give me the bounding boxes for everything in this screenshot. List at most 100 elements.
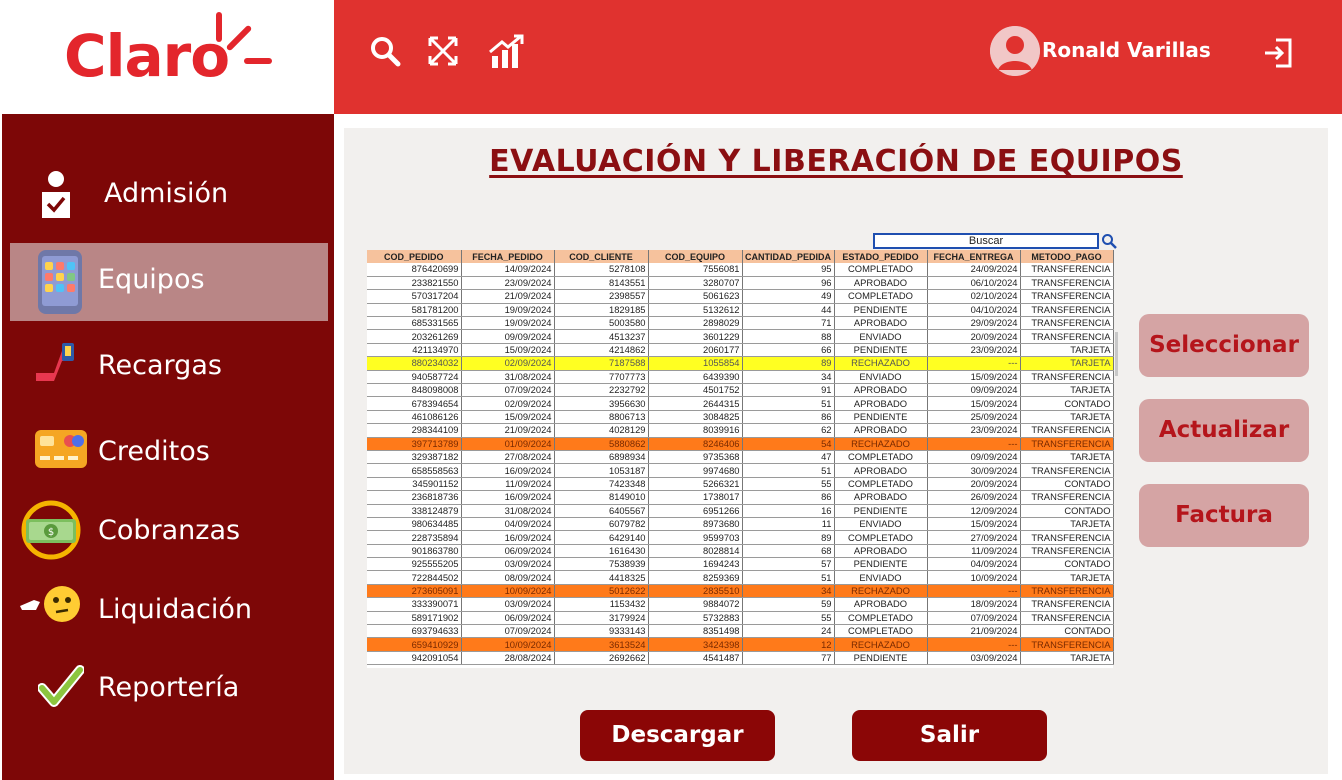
table-row[interactable]: 236818736 16/09/2024 8149010 1738017 86 APROB… — [367, 490, 1114, 505]
table-cell: 02/09/2024 — [461, 356, 555, 371]
orders-table[interactable]: COD_PEDIDO FECHA_PEDIDO COD_CLIENTE COD_EQU… — [367, 250, 1114, 668]
table-row[interactable]: 333390071 03/09/2024 1153432 9884072 59 APROB… — [367, 597, 1114, 612]
table-row[interactable]: 570317204 21/09/2024 2398557 5061623 49 COMPL… — [367, 289, 1114, 304]
table-row[interactable]: 693794633 07/09/2024 9333143 8351498 24 COMPL… — [367, 624, 1114, 639]
table-cell: 8149010 — [554, 490, 649, 505]
actualizar-button[interactable]: Actualizar — [1139, 399, 1309, 462]
table-row[interactable]: 273605091 10/09/2024 5012622 2835510 34 RECHA… — [367, 584, 1114, 599]
salir-button[interactable]: Salir — [852, 710, 1047, 761]
sidebar-item-creditos[interactable]: Creditos — [10, 414, 328, 492]
table-scrollbar[interactable] — [1115, 332, 1118, 376]
search-input[interactable]: Buscar — [873, 233, 1099, 249]
table-row[interactable]: 980634485 04/09/2024 6079782 8973680 11 ENVIA… — [367, 517, 1114, 532]
table-row[interactable]: 397713789 01/09/2024 5880862 8246406 54 RECHA… — [367, 437, 1114, 451]
column-header[interactable]: FECHA_PEDIDO — [461, 250, 555, 263]
table-cell: 31/08/2024 — [461, 504, 555, 518]
table-cell: 10/09/2024 — [461, 584, 555, 599]
column-header[interactable]: ESTADO_PEDIDO — [834, 250, 928, 263]
table-cell: ENVIADO — [834, 329, 928, 344]
table-cell: CONTADO — [1020, 557, 1114, 572]
table-cell: 68 — [742, 544, 835, 559]
table-row[interactable]: 722844502 08/09/2024 4418325 8259369 51 ENVIA… — [367, 570, 1114, 585]
table-cell: PENDIENTE — [834, 651, 928, 666]
table-cell: TRANSFERENCIA — [1020, 544, 1114, 559]
table-cell: RECHAZADO — [834, 637, 928, 652]
column-header[interactable]: CANTIDAD_PEDIDA — [742, 250, 835, 263]
table-row[interactable]: 678394654 02/09/2024 3956630 2644315 51 APROB… — [367, 396, 1114, 411]
table-row[interactable]: 901863780 06/09/2024 1616430 8028814 68 APROB… — [367, 544, 1114, 559]
table-cell: 09/09/2024 — [461, 329, 555, 344]
table-cell: COMPLETADO — [834, 530, 928, 545]
table-row[interactable]: 581781200 19/09/2024 1829185 5132612 44 PENDI… — [367, 303, 1114, 318]
sidebar-item-equipos[interactable]: Equipos — [10, 243, 328, 321]
table-cell: 1153432 — [554, 597, 649, 612]
table-cell: 71 — [742, 316, 835, 331]
column-header[interactable]: COD_PEDIDO — [367, 250, 462, 263]
table-cell: RECHAZADO — [834, 584, 928, 599]
sidebar-item-admision[interactable]: Admisión — [10, 156, 328, 234]
seleccionar-button[interactable]: Seleccionar — [1139, 314, 1309, 377]
column-header[interactable]: COD_EQUIPO — [648, 250, 743, 263]
table-row[interactable]: 228735894 16/09/2024 6429140 9599703 89 COMPL… — [367, 530, 1114, 545]
table-cell: 11/09/2024 — [461, 477, 555, 492]
crossed-arrows-icon[interactable] — [426, 34, 460, 68]
table-row[interactable]: 233821550 23/09/2024 8143551 3280707 96 APROB… — [367, 276, 1114, 291]
sidebar-item-liquidacion[interactable]: Liquidación — [10, 572, 328, 650]
table-row[interactable]: 461086126 15/09/2024 8806713 3084825 86 PENDI… — [367, 410, 1114, 425]
logout-icon[interactable] — [1262, 36, 1296, 70]
table-row[interactable]: 203261269 09/09/2024 4513237 3601229 88 ENVIA… — [367, 329, 1114, 344]
table-cell: 1053187 — [554, 463, 649, 478]
table-row[interactable]: 940587724 31/08/2024 7707773 6439390 34 ENVIA… — [367, 370, 1114, 385]
page-title: EVALUACIÓN Y LIBERACIÓN DE EQUIPOS — [489, 144, 1183, 179]
growth-chart-icon[interactable] — [488, 34, 524, 68]
table-row[interactable]: 685331565 19/09/2024 5003580 2898029 71 APROB… — [367, 316, 1114, 331]
search-icon[interactable] — [1101, 233, 1117, 249]
table-cell: 21/09/2024 — [927, 624, 1021, 639]
table-cell: 15/09/2024 — [927, 517, 1021, 532]
table-cell: 25/09/2024 — [927, 410, 1021, 425]
table-row[interactable]: 338124879 31/08/2024 6405567 6951266 16 PENDI… — [367, 504, 1114, 518]
table-row[interactable]: 659410929 10/09/2024 3613524 3424398 12 RECHA… — [367, 637, 1114, 652]
sidebar-item-reporteria[interactable]: Reportería — [10, 650, 328, 728]
factura-button[interactable]: Factura — [1139, 484, 1309, 547]
table-cell: 77 — [742, 651, 835, 666]
table-row[interactable]: 658558563 16/09/2024 1053187 9974680 51 APROB… — [367, 463, 1114, 478]
table-cell: 233821550 — [367, 276, 462, 291]
table-row[interactable]: 925555205 03/09/2024 7538939 1694243 57 PENDI… — [367, 557, 1114, 572]
column-header[interactable]: METODO_PAGO — [1020, 250, 1114, 263]
table-cell: 19/09/2024 — [461, 303, 555, 318]
table-row[interactable]: 876420699 14/09/2024 5278108 7556081 95 COMPL… — [367, 263, 1114, 277]
column-header[interactable]: COD_CLIENTE — [554, 250, 649, 263]
sidebar-item-cobranzas[interactable]: $ Cobranzas — [10, 493, 328, 571]
table-row[interactable]: 880234032 02/09/2024 7187588 1055854 89 RECHA… — [367, 356, 1114, 371]
sidebar-item-label: Reportería — [98, 672, 240, 703]
table-cell: 10/09/2024 — [461, 637, 555, 652]
table-cell: COMPLETADO — [834, 624, 928, 639]
table-cell: 5003580 — [554, 316, 649, 331]
table-cell: 693794633 — [367, 624, 462, 639]
table-cell: 942091054 — [367, 651, 462, 666]
table-cell: 28/08/2024 — [461, 651, 555, 666]
column-header[interactable]: FECHA_ENTREGA — [927, 250, 1021, 263]
table-cell: 2398557 — [554, 289, 649, 304]
table-cell: 333390071 — [367, 597, 462, 612]
table-cell: TARJETA — [1020, 356, 1114, 371]
table-cell: 8028814 — [648, 544, 743, 559]
table-cell: 880234032 — [367, 356, 462, 371]
search-icon[interactable] — [368, 34, 402, 68]
table-row[interactable]: 589171902 06/09/2024 3179924 5732883 55 COMPL… — [367, 611, 1114, 626]
descargar-button[interactable]: Descargar — [580, 710, 775, 761]
avatar[interactable] — [990, 26, 1040, 76]
sidebar-item-recargas[interactable]: Recargas — [10, 329, 328, 407]
table-row[interactable]: 298344109 21/09/2024 4028129 8039916 62 APROB… — [367, 423, 1114, 438]
table-cell: 03/09/2024 — [461, 597, 555, 612]
table-cell: 24/09/2024 — [927, 263, 1021, 277]
table-row[interactable]: 942091054 28/08/2024 2692662 4541487 77 PENDI… — [367, 651, 1114, 666]
table-cell: 07/09/2024 — [927, 611, 1021, 626]
table-cell: CONTADO — [1020, 477, 1114, 492]
table-row[interactable]: 421134970 15/09/2024 4214862 2060177 66 PENDI… — [367, 343, 1114, 358]
table-cell: APROBADO — [834, 423, 928, 438]
table-row[interactable]: 345901152 11/09/2024 7423348 5266321 55 COMPL… — [367, 477, 1114, 492]
table-row[interactable]: 329387182 27/08/2024 6898934 9735368 47 COMPL… — [367, 450, 1114, 465]
table-row[interactable]: 848098008 07/09/2024 2232792 4501752 91 APROB… — [367, 383, 1114, 398]
